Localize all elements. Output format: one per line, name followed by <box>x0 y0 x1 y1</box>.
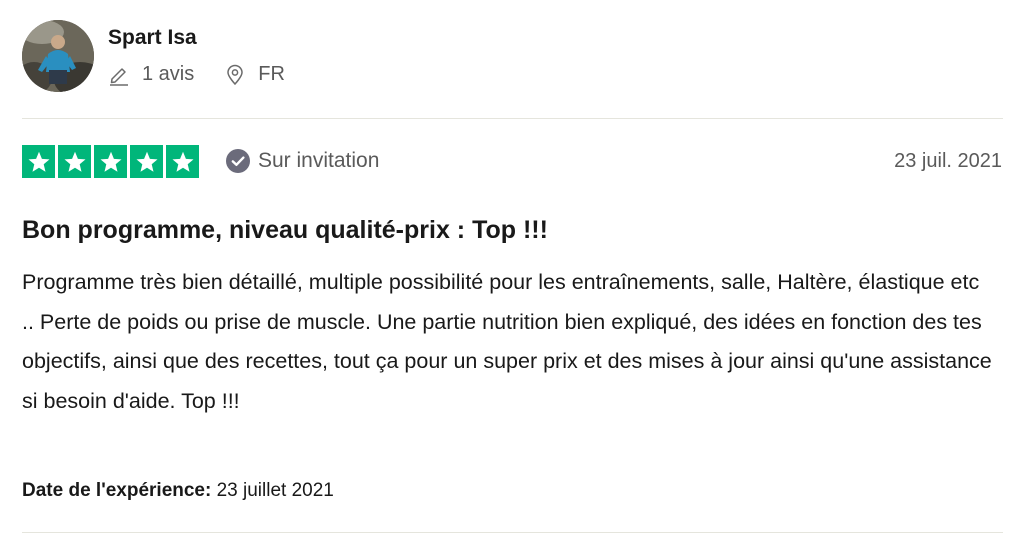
star-icon <box>58 145 91 178</box>
review-count: 1 avis <box>108 63 194 86</box>
review-card: Spart Isa 1 avis FR Sur invitation 23 ju… <box>0 0 1024 535</box>
star-icon <box>94 145 127 178</box>
avatar[interactable] <box>22 20 94 92</box>
star-icon <box>130 145 163 178</box>
reviewer-country: FR <box>224 63 285 86</box>
divider <box>22 532 1003 533</box>
country-label: FR <box>258 63 285 85</box>
reviewer-meta: 1 avis FR <box>108 63 285 86</box>
review-date: 23 juil. 2021 <box>894 150 1002 172</box>
verification-badge[interactable]: Sur invitation <box>226 149 379 173</box>
experience-date-label: Date de l'expérience: <box>22 480 212 501</box>
divider <box>22 118 1003 119</box>
star-rating <box>22 145 199 178</box>
review-body: Programme très bien détaillé, multiple p… <box>22 270 992 413</box>
review-count-label: 1 avis <box>142 63 195 85</box>
star-icon <box>166 145 199 178</box>
pencil-icon <box>110 67 128 86</box>
avatar-photo-icon <box>22 20 94 92</box>
location-pin-icon <box>227 64 244 85</box>
experience-date: Date de l'expérience: 23 juillet 2021 <box>22 480 334 502</box>
experience-date-value: 23 juillet 2021 <box>216 480 334 501</box>
reviewer-name[interactable]: Spart Isa <box>108 26 197 50</box>
star-icon <box>22 145 55 178</box>
check-circle-icon <box>226 149 250 173</box>
review-title[interactable]: Bon programme, niveau qualité-prix : Top… <box>22 216 548 245</box>
verification-label: Sur invitation <box>258 149 380 172</box>
